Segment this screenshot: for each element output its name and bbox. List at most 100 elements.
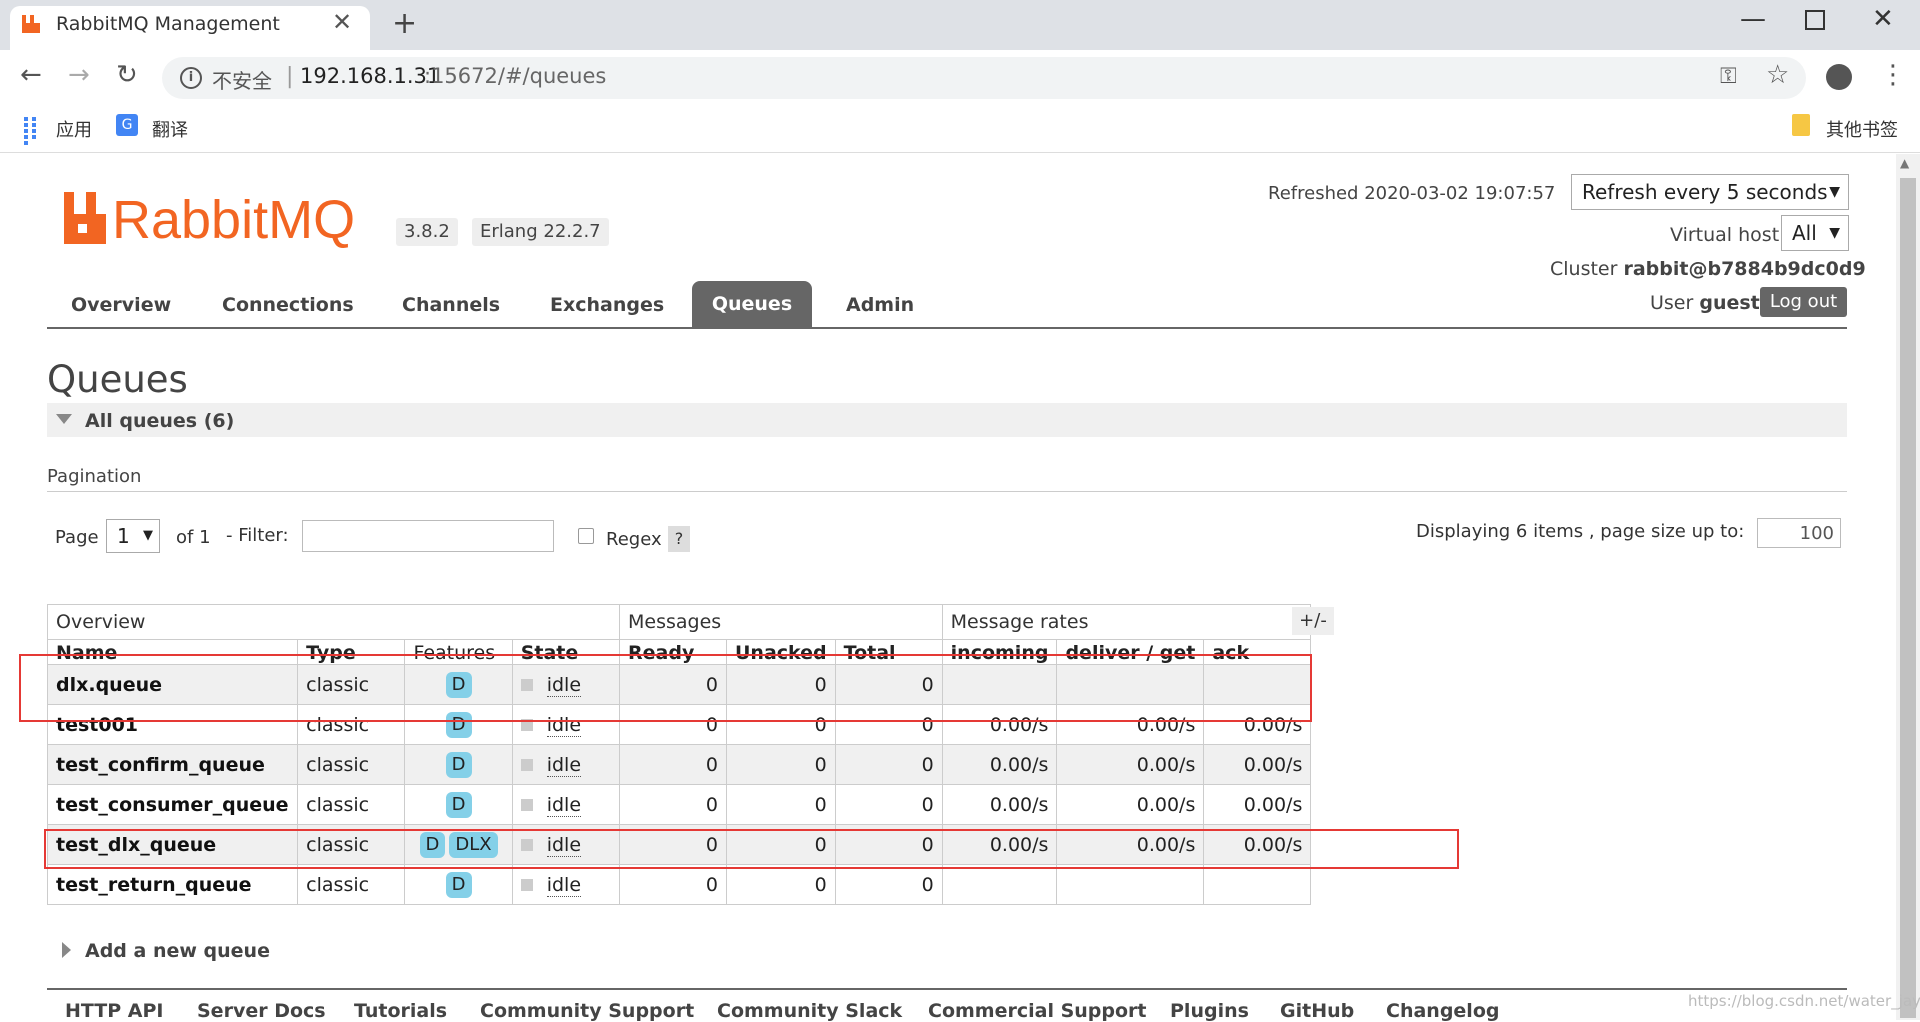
deliver-rate: 0.00/s: [1056, 744, 1205, 785]
new-tab-icon[interactable]: +: [392, 6, 417, 41]
state-indicator-icon: [520, 759, 533, 771]
footer-link-commercial-support[interactable]: Commercial Support: [928, 1000, 1147, 1022]
info-icon[interactable]: i: [180, 67, 202, 89]
tab-channels[interactable]: Channels: [402, 294, 500, 316]
total-count: 0: [834, 744, 943, 785]
unacked-count: 0: [726, 744, 836, 785]
insecure-label[interactable]: 不安全: [212, 65, 272, 94]
columns-toggle-button[interactable]: +/-: [1292, 607, 1334, 635]
version-badge: 3.8.2: [396, 218, 458, 246]
total-count: 0: [834, 784, 943, 825]
folder-icon[interactable]: [1792, 114, 1810, 136]
rabbitmq-logo[interactable]: RabbitMQ: [64, 186, 364, 250]
refreshed-timestamp: Refreshed 2020-03-02 19:07:57: [1268, 183, 1556, 204]
ready-count: 0: [619, 784, 727, 825]
feature-badge-durable[interactable]: D: [445, 791, 472, 818]
queue-state: idle: [511, 784, 621, 825]
queue-name-link[interactable]: test_confirm_queue: [46, 744, 299, 785]
unacked-count: 0: [726, 864, 836, 905]
ack-rate: 0.00/s: [1203, 744, 1312, 785]
footer-link-changelog[interactable]: Changelog: [1386, 1000, 1499, 1022]
table-row[interactable]: test_return_queue classic D idle 0 0 0: [46, 864, 1312, 905]
user-name: guest: [1699, 292, 1760, 314]
tab-admin[interactable]: Admin: [846, 294, 914, 316]
dropdown-arrow-icon: ▼: [1829, 184, 1840, 200]
queue-name-link[interactable]: test_consumer_queue: [46, 784, 299, 825]
tab-exchanges[interactable]: Exchanges: [550, 294, 664, 316]
window-close-icon[interactable]: ✕: [1872, 4, 1894, 34]
dropdown-arrow-icon: ▼: [1829, 225, 1840, 241]
apps-grid-icon[interactable]: [22, 116, 42, 145]
scroll-up-icon[interactable]: ▲: [1900, 156, 1909, 170]
feature-badge-durable[interactable]: D: [445, 871, 472, 898]
bookmark-translate[interactable]: 翻译: [152, 116, 188, 142]
collapse-triangle-icon[interactable]: [56, 414, 72, 424]
dropdown-arrow-icon: ▼: [143, 528, 153, 543]
virtual-host-select[interactable]: All ▼: [1781, 215, 1849, 251]
close-tab-icon[interactable]: ✕: [332, 8, 352, 36]
all-queues-title[interactable]: All queues (6): [85, 410, 234, 432]
queue-name-link[interactable]: test_return_queue: [46, 864, 299, 905]
incoming-rate: 0.00/s: [941, 744, 1058, 785]
profile-avatar-icon[interactable]: [1826, 64, 1852, 90]
displaying-items-text: Displaying 6 items , page size up to:: [1416, 521, 1745, 542]
state-indicator-icon: [520, 799, 533, 811]
footer-link-github[interactable]: GitHub: [1280, 1000, 1354, 1022]
all-queues-section-header[interactable]: [47, 403, 1847, 437]
ack-rate: [1203, 864, 1312, 905]
minimize-icon[interactable]: —: [1740, 4, 1766, 34]
table-row[interactable]: test_consumer_queue classic D idle 0 0 0…: [46, 784, 1312, 825]
star-icon[interactable]: ☆: [1766, 60, 1789, 90]
feature-badge-durable[interactable]: D: [445, 751, 472, 778]
bookmark-other[interactable]: 其他书签: [1826, 116, 1898, 142]
logout-button[interactable]: Log out: [1760, 287, 1847, 317]
filter-input[interactable]: [302, 520, 554, 552]
group-overview: Overview: [47, 604, 620, 640]
url-path[interactable]: :15672/#/queues: [424, 64, 606, 88]
reload-icon[interactable]: ↻: [116, 60, 138, 90]
state-text: idle: [546, 793, 582, 817]
footer-link-tutorials[interactable]: Tutorials: [354, 1000, 447, 1022]
expand-triangle-icon[interactable]: [62, 942, 71, 958]
add-new-queue-toggle[interactable]: Add a new queue: [85, 940, 270, 962]
back-icon[interactable]: ←: [20, 60, 42, 90]
queue-features: D: [404, 744, 513, 785]
regex-help-button[interactable]: ?: [668, 526, 690, 552]
url-host[interactable]: 192.168.1.31: [300, 64, 440, 88]
table-row[interactable]: test_confirm_queue classic D idle 0 0 0 …: [46, 744, 1312, 785]
cluster-name: rabbit@b7884b9dc0d9: [1623, 258, 1866, 280]
key-icon[interactable]: ⚿: [1720, 64, 1737, 89]
deliver-rate: 0.00/s: [1056, 784, 1205, 825]
filter-label: - Filter:: [226, 525, 289, 546]
page-size-input[interactable]: 100: [1757, 518, 1841, 548]
queue-type: classic: [297, 864, 406, 905]
regex-checkbox[interactable]: [578, 528, 594, 544]
watermark-text: https://blog.csdn.net/water_jay: [1688, 992, 1920, 1010]
translate-icon[interactable]: G: [116, 114, 138, 136]
footer-link-plugins[interactable]: Plugins: [1170, 1000, 1249, 1022]
queue-features: D: [404, 784, 513, 825]
tab-connections[interactable]: Connections: [222, 294, 354, 316]
page-title: Queues: [47, 358, 188, 401]
forward-icon[interactable]: →: [68, 60, 90, 90]
user-info: User guest: [1650, 292, 1760, 314]
queue-features: D: [404, 864, 513, 905]
footer-link-http-api[interactable]: HTTP API: [65, 1000, 164, 1022]
bookmark-apps[interactable]: 应用: [56, 116, 92, 142]
footer-link-server-docs[interactable]: Server Docs: [197, 1000, 326, 1022]
address-separator: |: [286, 64, 294, 89]
tab-overview[interactable]: Overview: [71, 294, 171, 316]
queue-state: idle: [511, 744, 621, 785]
ready-count: 0: [619, 864, 727, 905]
more-menu-icon[interactable]: ⋮: [1880, 60, 1906, 90]
footer-link-community-support[interactable]: Community Support: [480, 1000, 694, 1022]
refresh-interval-select[interactable]: Refresh every 5 seconds ▼: [1571, 174, 1849, 210]
page-select[interactable]: 1 ▼: [106, 519, 160, 553]
restore-icon[interactable]: [1805, 10, 1825, 30]
tab-title: RabbitMQ Management: [56, 13, 280, 35]
tab-queues[interactable]: Queues: [692, 281, 812, 327]
queue-type: classic: [297, 744, 406, 785]
state-indicator-icon: [520, 879, 533, 891]
scrollbar-thumb[interactable]: [1900, 178, 1916, 1018]
footer-link-community-slack[interactable]: Community Slack: [717, 1000, 902, 1022]
